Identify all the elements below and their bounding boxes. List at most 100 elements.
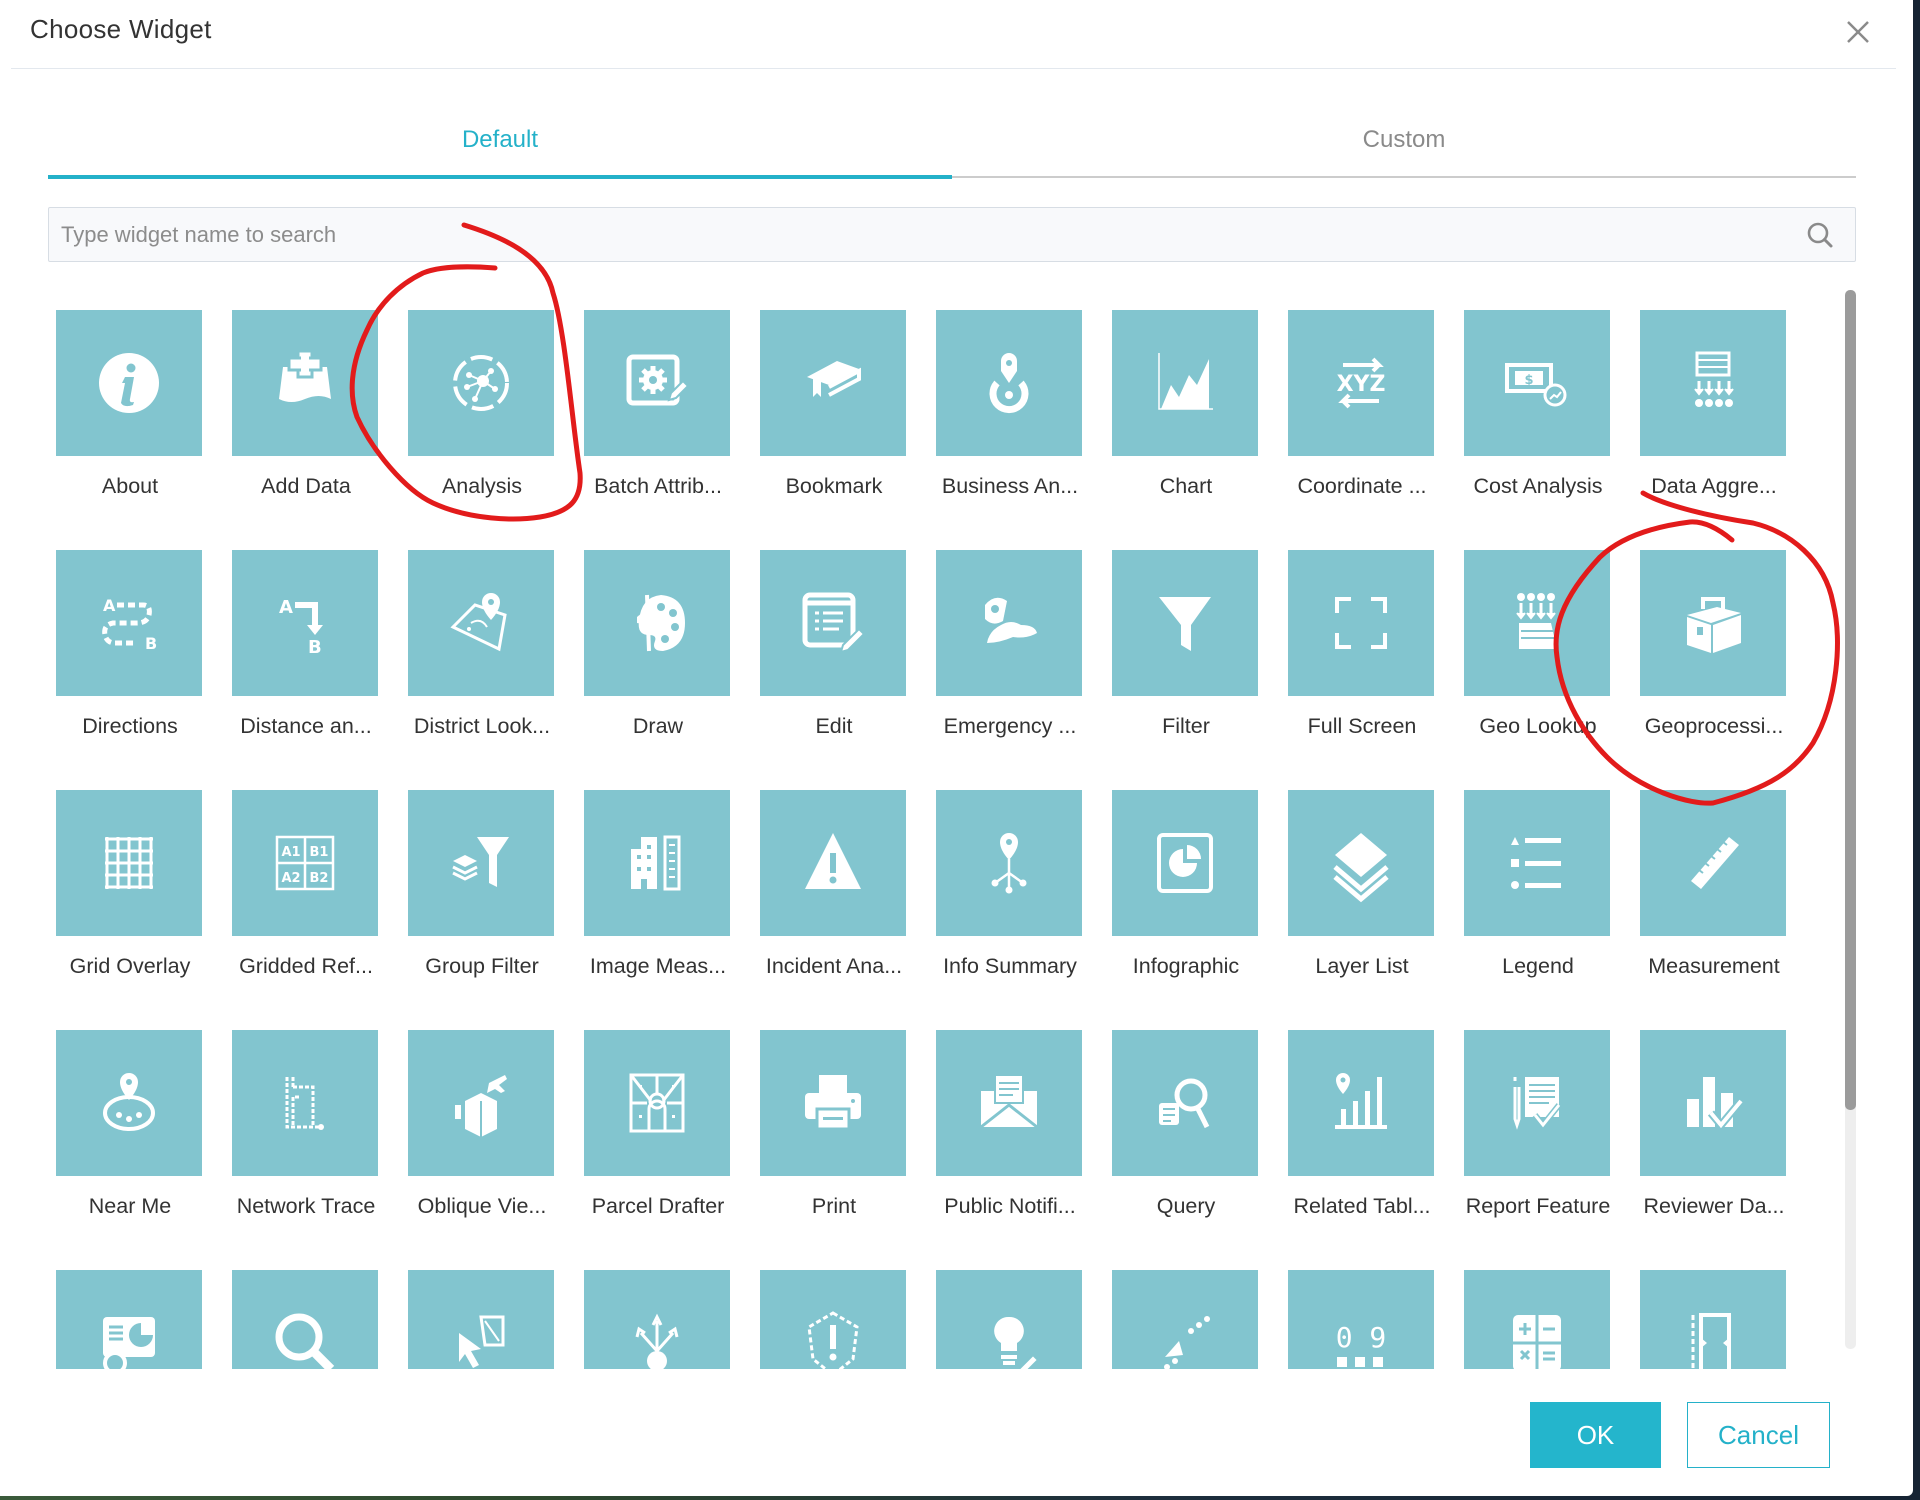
ok-button[interactable]: OK [1530,1402,1661,1468]
widget-tile[interactable]: A1 B1 A2 B2 Gridded Ref... [224,770,400,1010]
widget-tile-icon-box[interactable]: AB [56,550,202,696]
widget-tile[interactable]: Reviewer Da... [1632,1010,1808,1250]
widget-tile[interactable]: Report Feature [1456,1010,1632,1250]
widget-tile-icon-box[interactable]: 0 9 [1288,1270,1434,1369]
widget-tile[interactable]: Print [752,1010,928,1250]
widget-tile[interactable]: Chart [1104,290,1280,530]
widget-tile[interactable]: Analysis [400,290,576,530]
widget-tile[interactable]: Near Me [48,1010,224,1250]
widget-tile-icon-box[interactable] [232,1270,378,1369]
tab-default[interactable]: Default [48,120,952,180]
widget-tile[interactable]: Parcel Drafter [576,1010,752,1250]
widget-tile[interactable]: Related Tabl... [1280,1010,1456,1250]
widget-tile[interactable]: Incident Ana... [752,770,928,1010]
widget-tile[interactable]: Business An... [928,290,1104,530]
widget-tile-icon-box[interactable] [1112,1030,1258,1176]
widget-tile[interactable] [576,1250,752,1369]
widget-tile-icon-box[interactable] [1112,1270,1258,1369]
widget-tile-icon-box[interactable]: $ [1464,310,1610,456]
widget-tile[interactable]: Info Summary [928,770,1104,1010]
widget-tile-icon-box[interactable] [56,790,202,936]
widget-tile[interactable]: Add Data [224,290,400,530]
widget-tile-icon-box[interactable] [1112,790,1258,936]
widget-tile-icon-box[interactable] [584,1270,730,1369]
widget-tile[interactable]: District Look... [400,530,576,770]
widget-tile-icon-box[interactable] [1464,1030,1610,1176]
widget-tile[interactable]: Layer List [1280,770,1456,1010]
widget-tile-icon-box[interactable] [584,550,730,696]
widget-tile-icon-box[interactable] [760,310,906,456]
widget-tile-icon-box[interactable] [936,1030,1082,1176]
widget-tile-icon-box[interactable]: A1 B1 A2 B2 [232,790,378,936]
widget-tile[interactable] [1632,1250,1808,1369]
widget-tile[interactable]: Emergency ... [928,530,1104,770]
widget-tile[interactable]: Batch Attrib... [576,290,752,530]
widget-tile[interactable]: Filter [1104,530,1280,770]
widget-tile[interactable]: A B Distance an... [224,530,400,770]
widget-tile[interactable]: Query [1104,1010,1280,1250]
widget-tile[interactable]: Edit [752,530,928,770]
widget-tile-icon-box[interactable] [1464,550,1610,696]
search-icon[interactable] [1805,220,1835,250]
widget-tile-icon-box[interactable] [760,790,906,936]
widget-tile-icon-box[interactable] [56,1030,202,1176]
widget-tile-icon-box[interactable] [760,1270,906,1369]
widget-tile[interactable] [48,1250,224,1369]
widget-tile-icon-box[interactable] [232,310,378,456]
widget-tile[interactable]: Bookmark [752,290,928,530]
cancel-button[interactable]: Cancel [1687,1402,1830,1468]
widget-tile-icon-box[interactable] [936,1270,1082,1369]
widget-tile-icon-box[interactable] [936,790,1082,936]
widget-tile-icon-box[interactable] [408,790,554,936]
widget-tile[interactable]: Oblique Vie... [400,1010,576,1250]
widget-tile-icon-box[interactable] [760,1030,906,1176]
widget-search-input[interactable] [49,208,1789,261]
widget-tile-icon-box[interactable] [584,310,730,456]
widget-tile[interactable]: XYZ Coordinate ... [1280,290,1456,530]
widget-tile[interactable] [1456,1250,1632,1369]
widget-tile[interactable]: Group Filter [400,770,576,1010]
widget-tile-icon-box[interactable] [1288,790,1434,936]
widget-tile-icon-box[interactable] [584,1030,730,1176]
widget-tile-icon-box[interactable] [56,310,202,456]
widget-tile-icon-box[interactable] [1640,550,1786,696]
widget-tile-icon-box[interactable] [408,1030,554,1176]
scrollbar-thumb[interactable] [1845,290,1856,1110]
widget-tile-icon-box[interactable] [936,310,1082,456]
widget-tile[interactable]: Legend [1456,770,1632,1010]
widget-tile-icon-box[interactable] [1288,1030,1434,1176]
widget-tile[interactable]: Measurement [1632,770,1808,1010]
widget-tile-icon-box[interactable] [408,310,554,456]
widget-tile-icon-box[interactable] [408,1270,554,1369]
widget-tile[interactable]: Geoprocessi... [1632,530,1808,770]
widget-tile-icon-box[interactable] [1640,1270,1786,1369]
widget-tile[interactable]: A B Directions [48,530,224,770]
widget-tile[interactable]: Data Aggre... [1632,290,1808,530]
widget-tile[interactable] [752,1250,928,1369]
widget-tile[interactable] [928,1250,1104,1369]
widget-tile-icon-box[interactable] [936,550,1082,696]
tab-custom[interactable]: Custom [952,120,1856,180]
widget-tile-icon-box[interactable] [1640,790,1786,936]
widget-tile[interactable]: Network Trace [224,1010,400,1250]
widget-tile[interactable]: Full Screen [1280,530,1456,770]
widget-tile-icon-box[interactable] [56,1270,202,1369]
widget-tile[interactable] [400,1250,576,1369]
widget-tile[interactable]: Public Notifi... [928,1010,1104,1250]
widget-tile[interactable] [1104,1250,1280,1369]
widget-tile-icon-box[interactable] [760,550,906,696]
widget-tile-icon-box[interactable] [1112,310,1258,456]
widget-tile-icon-box[interactable] [1640,310,1786,456]
widget-tile[interactable]: Geo Lookup [1456,530,1632,770]
widget-tile[interactable]: Grid Overlay [48,770,224,1010]
widget-tile-icon-box[interactable] [232,1030,378,1176]
widget-tile[interactable]: Image Meas... [576,770,752,1010]
widget-tile[interactable]: Draw [576,530,752,770]
widget-tile-icon-box[interactable] [1288,550,1434,696]
widget-tile[interactable] [224,1250,400,1369]
widget-tile[interactable]: $ Cost Analysis [1456,290,1632,530]
widget-tile-icon-box[interactable]: AB [232,550,378,696]
widget-tile-icon-box[interactable] [1464,790,1610,936]
widget-tile-icon-box[interactable]: XYZ [1288,310,1434,456]
widget-tile-icon-box[interactable] [1640,1030,1786,1176]
